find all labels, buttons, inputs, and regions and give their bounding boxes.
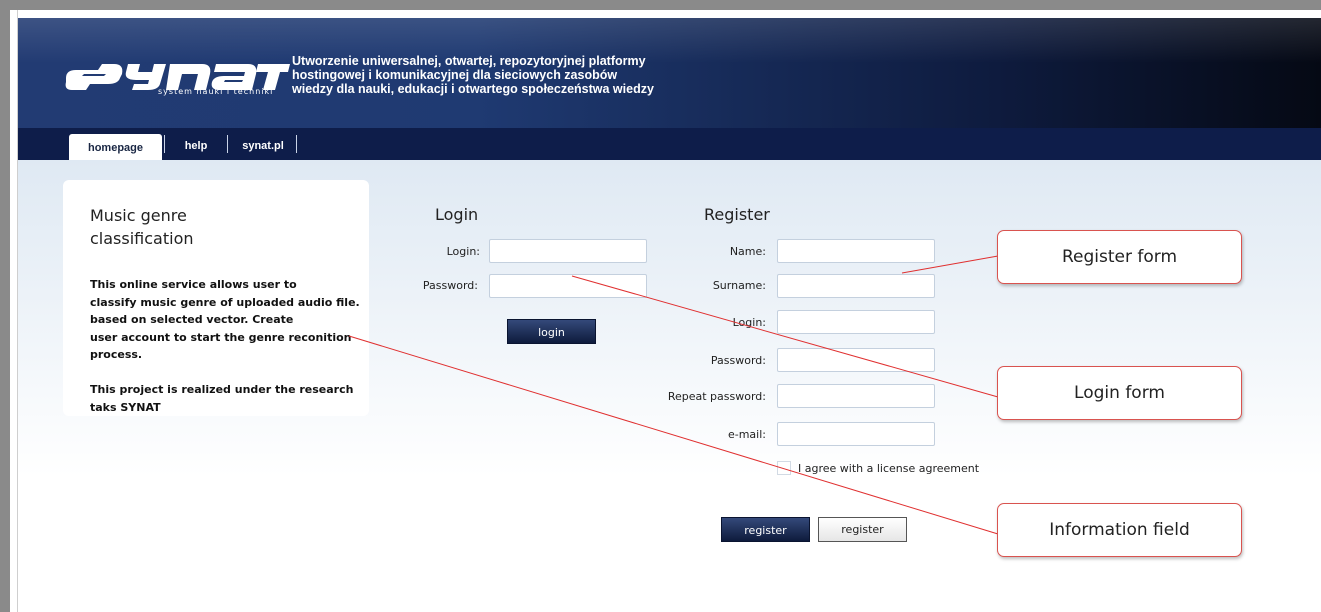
nav-divider <box>296 135 297 153</box>
register-password-label: Password: <box>710 354 766 367</box>
login-label: Login: <box>446 245 480 258</box>
nav-divider <box>227 135 228 153</box>
login-input[interactable] <box>489 239 647 263</box>
logo-subtext: system nauki i techniki <box>158 87 274 96</box>
login-title: Login <box>435 205 479 224</box>
info-title: Music genre classification <box>90 206 194 248</box>
tagline-line: wiedzy dla nauki, edukacji i otwartego s… <box>292 82 654 96</box>
login-button[interactable]: login <box>507 319 596 344</box>
main-nav: homepage help synat.pl <box>18 128 1321 160</box>
nav-divider <box>164 135 165 153</box>
register-password-input[interactable] <box>777 348 935 372</box>
info-description: This online service allows user to class… <box>90 278 360 414</box>
repeat-password-label: Repeat password: <box>667 390 766 403</box>
register-login-label: Login: <box>732 316 766 329</box>
register-secondary-button[interactable]: register <box>818 517 907 542</box>
tab-help[interactable]: help <box>172 133 220 160</box>
register-form-callout: Register form <box>997 230 1242 284</box>
license-agreement-label: I agree with a license agreement <box>798 462 980 475</box>
information-field-callout: Information field <box>997 503 1242 557</box>
surname-label: Surname: <box>712 279 766 292</box>
header-tagline: Utworzenie uniwersalnej, otwartej, repoz… <box>292 54 712 96</box>
login-form-callout: Login form <box>997 366 1242 420</box>
name-label: Name: <box>729 245 766 258</box>
tab-synat-pl[interactable]: synat.pl <box>232 133 294 160</box>
tagline-line: hostingowej i komunikacyjnej dla sieciow… <box>292 68 618 82</box>
register-button[interactable]: register <box>721 517 810 542</box>
license-checkbox[interactable] <box>777 461 791 475</box>
repeat-password-input[interactable] <box>777 384 935 408</box>
synat-logo[interactable] <box>62 48 292 118</box>
site-header: system nauki i techniki Utworzenie uniwe… <box>18 18 1321 128</box>
register-title: Register <box>704 205 770 224</box>
email-label: e-mail: <box>727 428 766 441</box>
password-input[interactable] <box>489 274 647 298</box>
tab-homepage[interactable]: homepage <box>69 134 162 160</box>
name-input[interactable] <box>777 239 935 263</box>
surname-input[interactable] <box>777 274 935 298</box>
email-input[interactable] <box>777 422 935 446</box>
register-login-input[interactable] <box>777 310 935 334</box>
password-label: Password: <box>422 279 478 292</box>
tagline-line: Utworzenie uniwersalnej, otwartej, repoz… <box>292 54 646 68</box>
